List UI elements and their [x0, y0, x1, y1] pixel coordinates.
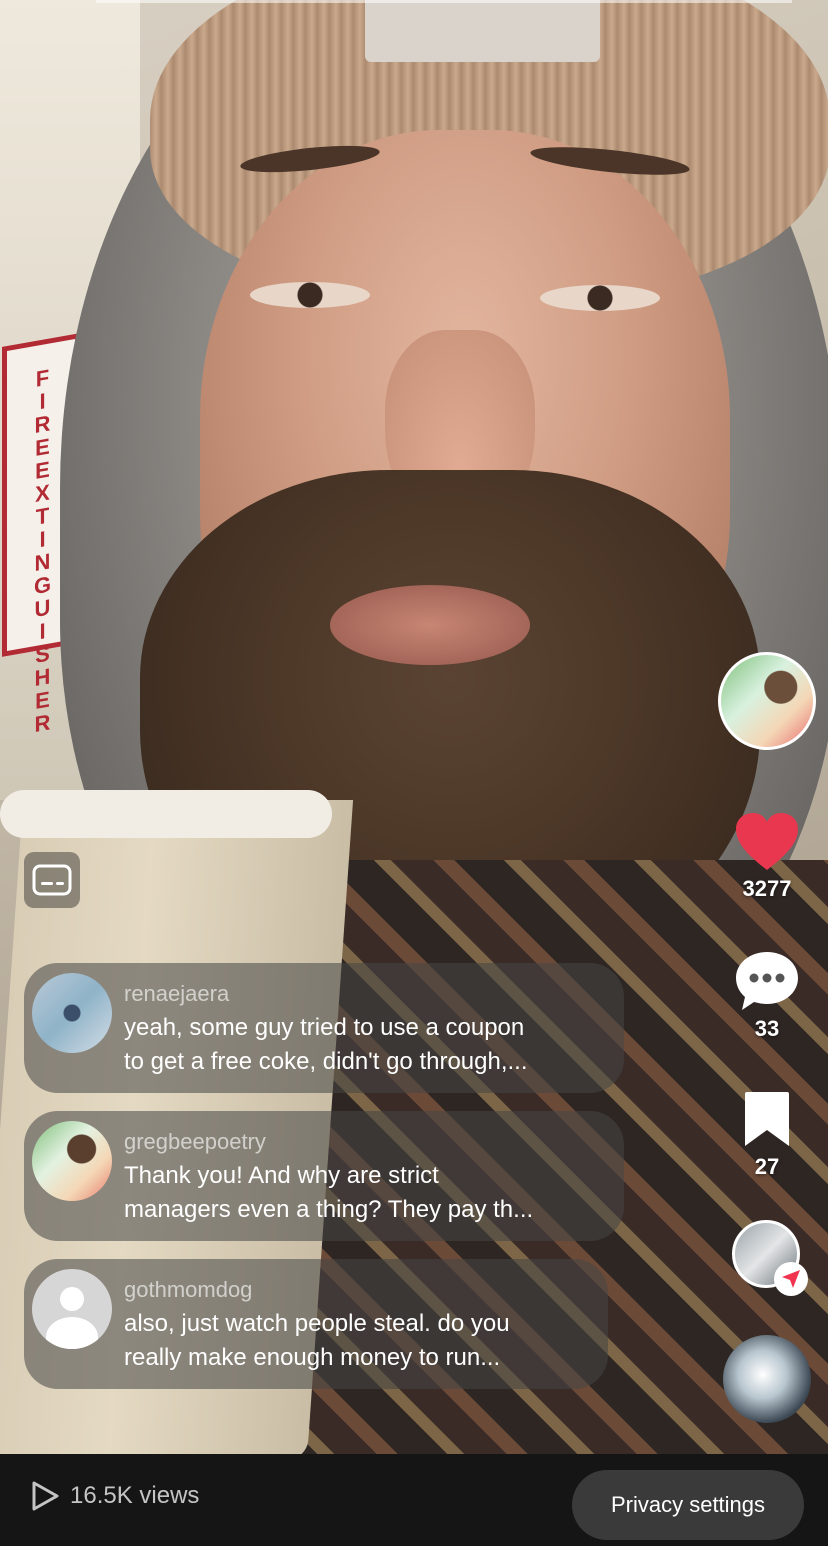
like-count: 3277: [742, 876, 792, 901]
top-edge-bar: [96, 0, 792, 3]
share-badge[interactable]: [774, 1262, 808, 1296]
play-icon: [32, 1481, 59, 1511]
comment-item[interactable]: gothmomdog also, just watch people steal…: [24, 1259, 608, 1389]
save-button[interactable]: 27: [732, 1090, 802, 1180]
comment-avatar[interactable]: [32, 973, 112, 1053]
music-disc-icon[interactable]: [723, 1335, 811, 1423]
captions-button[interactable]: [24, 852, 80, 908]
creator-avatar[interactable]: [718, 652, 816, 750]
comment-bubble-icon: [736, 952, 798, 1010]
comment-item[interactable]: renaejaera yeah, some guy tried to use a…: [24, 963, 624, 1093]
avatar-head-shape: [60, 1287, 84, 1311]
comment-avatar[interactable]: [32, 1121, 112, 1201]
save-count: 27: [754, 1154, 780, 1179]
like-button[interactable]: 3277: [732, 812, 802, 902]
right-eye: [540, 285, 660, 311]
send-arrow-icon: [782, 1270, 800, 1288]
bookmark-icon: [745, 1092, 789, 1146]
bottom-bar: 16.5K views Privacy settings: [0, 1454, 828, 1546]
default-avatar[interactable]: [32, 1269, 112, 1349]
comment-item[interactable]: gregbeepoetry Thank you! And why are str…: [24, 1111, 624, 1241]
captions-icon: [32, 864, 72, 896]
views-label: 16.5K views: [70, 1482, 200, 1509]
cup-rim: [0, 790, 332, 838]
comment-count: 33: [754, 1016, 780, 1041]
mouth: [330, 585, 530, 665]
avatar-shoulders-shape: [46, 1317, 98, 1349]
left-eye: [250, 282, 370, 308]
comment-username[interactable]: gregbeepoetry: [124, 1129, 533, 1155]
comment-username[interactable]: renaejaera: [124, 981, 528, 1007]
comment-username[interactable]: gothmomdog: [124, 1277, 510, 1303]
privacy-settings-button[interactable]: Privacy settings: [572, 1470, 804, 1540]
heart-icon: [736, 813, 798, 870]
comment-button[interactable]: 33: [732, 950, 802, 1042]
comment-text: yeah, some guy tried to use a coupon to …: [124, 1014, 528, 1075]
view-count: 16.5K views: [30, 1480, 199, 1512]
beanie-tag: [365, 0, 600, 62]
comment-text: also, just watch people steal. do you re…: [124, 1310, 510, 1371]
sign-text: FIREEXTINGUISHER: [33, 364, 53, 738]
comment-text: Thank you! And why are strict managers e…: [124, 1162, 534, 1223]
